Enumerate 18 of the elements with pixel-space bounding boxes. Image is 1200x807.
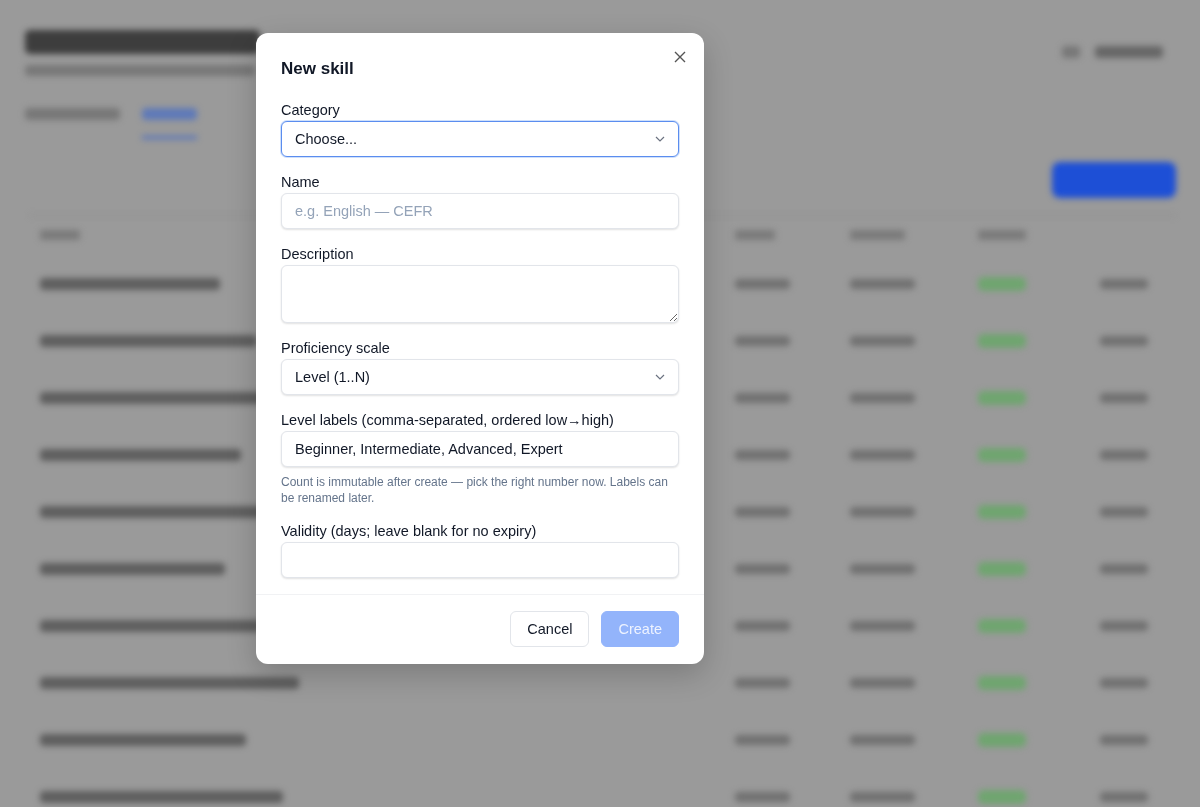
field-label: Name — [281, 174, 321, 190]
dialog-title: New skill — [281, 59, 355, 79]
field-label: Proficiency scale — [281, 340, 391, 356]
chevron-down-icon — [655, 136, 665, 142]
input-field[interactable]: Beginner, Intermediate, Advanced, Expert — [281, 431, 679, 467]
input-field[interactable] — [281, 542, 679, 578]
text-area[interactable] — [281, 265, 679, 323]
input-field[interactable]: e.g. English — CEFR — [281, 193, 679, 229]
hint-text: Count is immutable after create — pick the right number now. Labels can be renamed later. — [281, 474, 669, 506]
chevron-down-icon — [655, 374, 665, 380]
field-label: Description — [281, 246, 355, 262]
select-field[interactable]: Level (1..N) — [281, 359, 679, 395]
field-label: Validity (days; leave blank for no expiry) — [281, 523, 538, 539]
cancel-button[interactable]: Cancel — [510, 611, 590, 647]
select-field[interactable]: Choose... — [281, 121, 679, 157]
field-label: Category — [281, 102, 341, 118]
close-icon[interactable] — [674, 51, 686, 63]
field-label: Level labels (comma-separated, ordered low→high) — [281, 412, 615, 428]
